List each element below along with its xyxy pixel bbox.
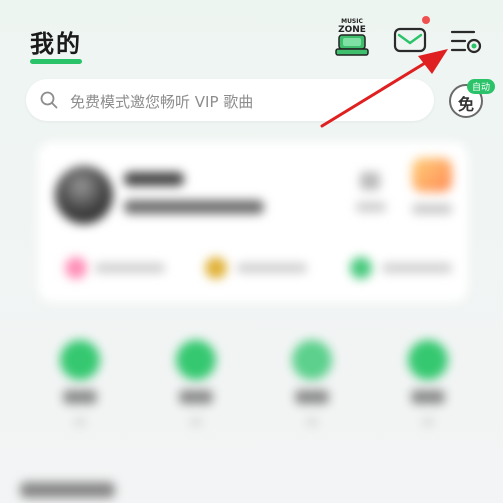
mail-button[interactable] [393, 26, 427, 54]
free-mode-badge: 自动 [467, 79, 496, 94]
shortcut-icon[interactable] [205, 257, 227, 279]
menu-button[interactable] [448, 27, 484, 55]
gift-label [412, 204, 452, 214]
page-title: 我的 [30, 30, 82, 58]
music-zone-button[interactable]: MUSIC ZONE [332, 16, 372, 58]
feature-icon[interactable] [292, 340, 332, 380]
user-info-placeholder [124, 200, 264, 214]
shortcut-label [95, 263, 165, 273]
feature-sublabel [306, 418, 318, 426]
feature-label [63, 390, 97, 404]
title-underline [30, 59, 82, 64]
profile-card[interactable] [38, 142, 468, 302]
feature-sublabel [74, 418, 86, 426]
shortcut-label [237, 263, 307, 273]
username-placeholder [124, 172, 184, 186]
search-bar[interactable]: 免费模式邀您畅听 VIP 歌曲 [26, 79, 434, 121]
music-zone-line1: MUSIC [341, 18, 363, 25]
menu-settings-icon [450, 30, 482, 54]
feature-icon[interactable] [408, 340, 448, 380]
card-mini-label [356, 202, 386, 212]
feature-label [295, 390, 329, 404]
feature-label [411, 390, 445, 404]
avatar[interactable] [55, 166, 113, 224]
shortcut-icon[interactable] [350, 257, 372, 279]
shortcut-icon[interactable] [65, 257, 87, 279]
notification-dot [422, 16, 430, 24]
feature-icon[interactable] [176, 340, 216, 380]
feature-label [179, 390, 213, 404]
feature-sublabel [422, 418, 434, 426]
card-mini-icon[interactable] [360, 172, 380, 190]
free-mode-glyph: 免 [457, 95, 474, 114]
shortcut-label [382, 263, 452, 273]
feature-sublabel [190, 418, 202, 426]
mail-icon [393, 27, 427, 53]
section-title-placeholder [20, 482, 115, 498]
search-placeholder: 免费模式邀您畅听 VIP 歌曲 [70, 93, 254, 111]
music-zone-line2: ZONE [338, 25, 366, 35]
gift-icon[interactable] [412, 158, 452, 192]
music-zone-icon: MUSIC ZONE [335, 18, 369, 56]
feature-icon[interactable] [60, 340, 100, 380]
search-icon [40, 91, 58, 109]
